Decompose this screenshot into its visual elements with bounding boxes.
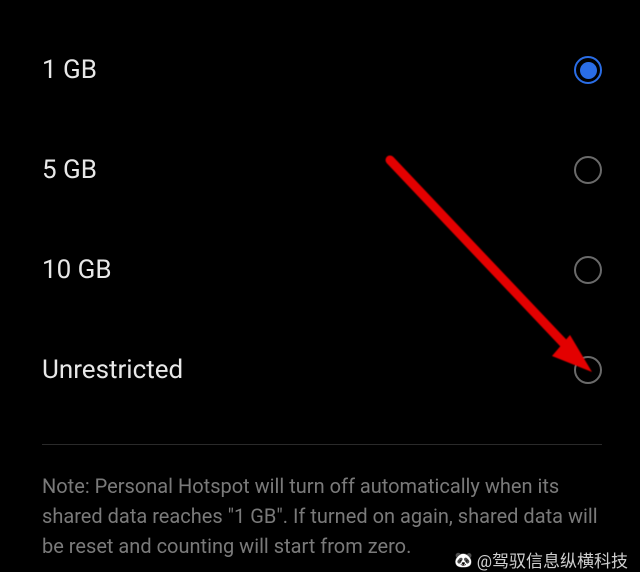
option-5gb[interactable]: 5 GB: [0, 120, 640, 220]
option-label: 1 GB: [42, 55, 97, 85]
attribution-watermark: 🐼 @驾驭信息纵横科技: [454, 547, 628, 572]
note-text: Note: Personal Hotspot will turn off aut…: [0, 445, 640, 561]
radio-icon[interactable]: [574, 156, 602, 184]
radio-icon[interactable]: [574, 56, 602, 84]
radio-icon[interactable]: [574, 356, 602, 384]
option-10gb[interactable]: 10 GB: [0, 220, 640, 320]
attribution-text: @驾驭信息纵横科技: [477, 547, 628, 572]
option-1gb[interactable]: 1 GB: [0, 20, 640, 120]
option-label: 10 GB: [42, 255, 112, 285]
option-unrestricted[interactable]: Unrestricted: [0, 320, 640, 420]
attribution-icon: 🐼: [454, 551, 473, 569]
option-label: Unrestricted: [42, 355, 183, 385]
radio-icon[interactable]: [574, 256, 602, 284]
radio-inner-dot: [580, 62, 597, 79]
data-limit-options-list: 1 GB 5 GB 10 GB Unrestricted: [0, 0, 640, 420]
option-label: 5 GB: [42, 155, 97, 185]
